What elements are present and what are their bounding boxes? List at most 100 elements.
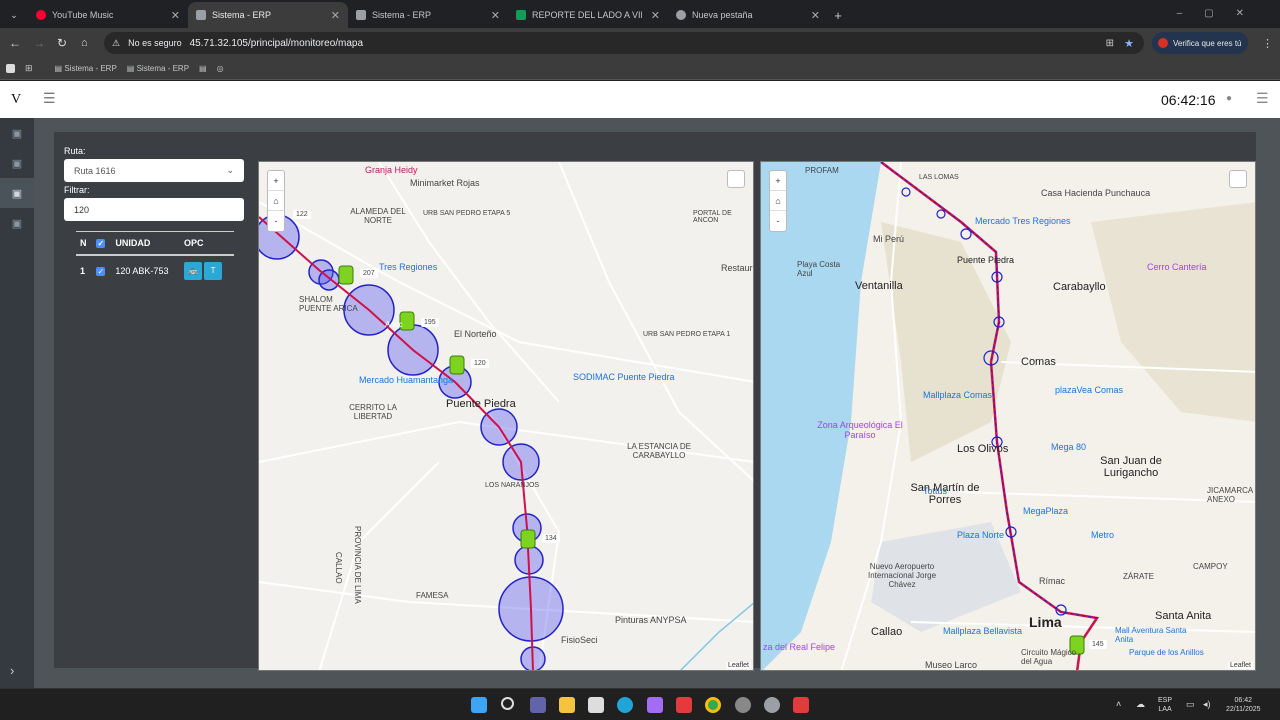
map-label: LAS LOMAS xyxy=(919,174,959,181)
bookmark-globe-icon[interactable]: ◎ xyxy=(217,64,224,73)
window-controls[interactable]: –▢✕ xyxy=(1177,8,1266,19)
app-icon[interactable] xyxy=(735,697,751,713)
tab-reporte[interactable]: REPORTE DEL LADO A VIPUSA✕ xyxy=(508,2,668,28)
bookmark-star-icon[interactable]: ★ xyxy=(1124,37,1134,50)
bus-marker[interactable] xyxy=(449,355,465,375)
file-explorer-icon[interactable] xyxy=(559,697,575,713)
clock-tray[interactable]: 06:42 22/11/2025 xyxy=(1226,696,1261,714)
tab-search-icon[interactable]: ⌄ xyxy=(0,2,28,28)
zoom-in-button[interactable]: + xyxy=(268,171,284,191)
close-icon[interactable]: ✕ xyxy=(331,9,340,22)
teams-icon[interactable] xyxy=(530,697,546,713)
stop-zone xyxy=(936,209,946,219)
search-icon[interactable] xyxy=(501,697,514,710)
menu-dots-icon[interactable]: ⋮ xyxy=(1262,37,1273,50)
windows-start-icon[interactable] xyxy=(471,697,487,713)
map-label: CERRITO LA LIBERTAD xyxy=(349,403,397,421)
sidebar-item-1[interactable]: ▣ xyxy=(0,118,34,148)
layer-toggle-left[interactable] xyxy=(727,170,745,188)
monitor-icon[interactable]: ▭ xyxy=(1186,700,1195,709)
close-icon[interactable]: ✕ xyxy=(171,9,180,22)
close-icon[interactable]: ✕ xyxy=(651,9,660,22)
home-button[interactable]: ⌂ xyxy=(770,191,786,211)
col-check: ✓ xyxy=(92,231,112,256)
map-attribution[interactable]: Leaflet xyxy=(1227,662,1253,669)
tab-sistema-erp-active[interactable]: Sistema - ERP ✕ xyxy=(188,2,348,28)
store-icon[interactable] xyxy=(588,697,604,713)
anydesk-icon[interactable] xyxy=(793,697,809,713)
map-attribution[interactable]: Leaflet xyxy=(725,662,751,669)
chrome-icon[interactable] xyxy=(705,697,721,713)
verify-button[interactable]: Verifica que eres tú xyxy=(1152,32,1248,54)
bus-button[interactable]: 🚌 xyxy=(184,262,203,280)
apps-grid-icon[interactable]: ⊞ xyxy=(25,63,33,74)
url-text[interactable]: 45.71.32.105/principal/monitoreo/mapa xyxy=(190,38,363,49)
tab-sistema-erp[interactable]: Sistema - ERP ✕ xyxy=(348,2,508,28)
menu-icon[interactable]: ☰ xyxy=(1256,90,1269,107)
copilot-icon[interactable] xyxy=(647,697,663,713)
forward-icon[interactable]: → xyxy=(33,36,45,50)
map-label: LA ESTANCIA DE CARABAYLLO xyxy=(627,442,691,460)
user-icon[interactable]: ● xyxy=(1226,93,1232,104)
anydesk-icon[interactable] xyxy=(676,697,692,713)
language-indicator[interactable]: ESP LAA xyxy=(1158,696,1172,714)
edge-icon[interactable] xyxy=(617,697,633,713)
map-label: SODIMAC Puente Piedra xyxy=(573,372,675,382)
volume-icon[interactable]: ◂) xyxy=(1203,700,1211,709)
settings-gear-icon[interactable] xyxy=(764,697,780,713)
address-bar[interactable]: ⚠ No es seguro 45.71.32.105/principal/mo… xyxy=(104,32,1144,54)
map-label: Puente Piedra xyxy=(446,398,516,410)
tab-nueva-pestana[interactable]: Nueva pestaña ✕ xyxy=(668,2,828,28)
row-checkbox[interactable]: ✓ xyxy=(96,267,106,276)
reload-icon[interactable]: ↻ xyxy=(57,36,67,50)
chevron-up-icon[interactable]: ˄ xyxy=(1116,700,1121,709)
zoom-out-button[interactable]: - xyxy=(268,211,284,231)
map-label: ZÁRATE xyxy=(1123,572,1154,581)
zoom-in-button[interactable]: + xyxy=(770,171,786,191)
bookmark-sistema-erp-1[interactable]: ▤ Sistema - ERP xyxy=(55,64,117,73)
layer-toggle-right[interactable] xyxy=(1229,170,1247,188)
map-label: Callao xyxy=(871,626,903,638)
bus-marker[interactable] xyxy=(338,265,354,285)
security-label[interactable]: No es seguro xyxy=(128,38,182,48)
bus-marker[interactable] xyxy=(520,529,536,549)
bookmark-sistema-erp-2[interactable]: ▤ Sistema - ERP xyxy=(127,64,189,73)
map-label: CALLAO xyxy=(334,552,343,584)
map-label: Mercado Huamantanga xyxy=(359,375,454,385)
translate-icon[interactable]: ⊞ xyxy=(1106,38,1114,49)
cloud-icon[interactable]: ☁ xyxy=(1136,700,1145,709)
app-logo[interactable]: V xyxy=(11,92,21,108)
new-tab-button[interactable]: + xyxy=(828,2,848,28)
select-all-checkbox[interactable]: ✓ xyxy=(96,239,106,248)
map-label: LOS NARANJOS xyxy=(485,482,540,489)
sidebar-item-3[interactable]: ▣ xyxy=(0,178,34,208)
filtrar-input[interactable]: 120 xyxy=(64,198,244,221)
map-left[interactable]: Granja Heidy Minimarket Rojas ALAMEDA DE… xyxy=(258,161,754,671)
warning-icon[interactable]: ⚠ xyxy=(112,38,120,49)
map-label: Los Olivos xyxy=(957,443,1009,455)
map-label: Pinturas ANYPSA xyxy=(615,615,687,625)
zoom-out-button[interactable]: - xyxy=(770,211,786,231)
chevron-right-icon[interactable]: › xyxy=(10,663,14,678)
home-icon[interactable]: ⌂ xyxy=(81,37,88,49)
t-button[interactable]: T xyxy=(204,262,223,280)
table-row: 1 ✓ 120 ABK-753 🚌 T xyxy=(76,255,234,286)
bookmark-app-icon[interactable] xyxy=(6,64,15,73)
map-right[interactable]: PROFAM LAS LOMAS Casa Hacienda Punchauca… xyxy=(760,161,1256,671)
map-label: PORTAL DE ANCON xyxy=(693,210,732,224)
map-label: Playa Costa Azul xyxy=(797,260,841,278)
bookmark-page-icon[interactable]: ▤ xyxy=(199,64,207,73)
close-icon[interactable]: ✕ xyxy=(491,9,500,22)
river xyxy=(679,602,753,670)
map-label: PROVINCIA DE LIMA xyxy=(353,526,362,604)
back-icon[interactable]: ← xyxy=(9,36,21,50)
bus-label: 145 xyxy=(1089,640,1107,649)
tab-youtube-music[interactable]: YouTube Music ✕ xyxy=(28,2,188,28)
close-icon[interactable]: ✕ xyxy=(811,9,820,22)
sidebar-item-2[interactable]: ▣ xyxy=(0,148,34,178)
sidebar-item-4[interactable]: ▣ xyxy=(0,208,34,238)
map-label: Mallplaza Comas xyxy=(923,390,993,400)
ruta-select[interactable]: Ruta 1616 ⌄ xyxy=(64,159,244,182)
home-button[interactable]: ⌂ xyxy=(268,191,284,211)
hamburger-icon[interactable]: ☰ xyxy=(43,90,56,107)
